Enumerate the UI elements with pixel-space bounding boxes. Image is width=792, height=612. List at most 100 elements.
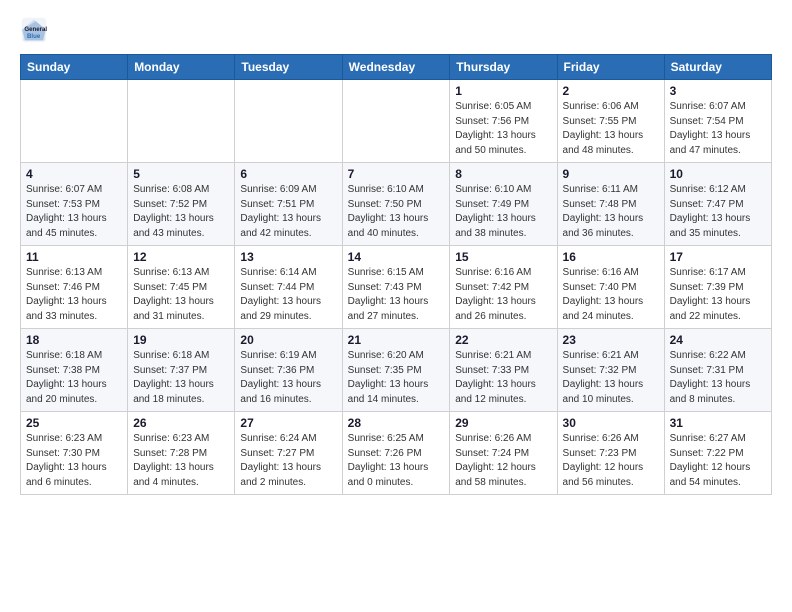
calendar-cell: 20 Sunrise: 6:19 AMSunset: 7:36 PMDayligh… [235,329,342,412]
day-info: Sunrise: 6:18 AMSunset: 7:37 PMDaylight:… [133,349,229,407]
day-info: Sunrise: 6:14 AMSunset: 7:44 PMDaylight:… [240,266,336,324]
calendar-cell [128,80,235,163]
calendar-cell: 4 Sunrise: 6:07 AMSunset: 7:53 PMDaylight… [21,163,128,246]
day-number: 3 [670,84,766,98]
calendar-cell: 17 Sunrise: 6:17 AMSunset: 7:39 PMDayligh… [664,246,771,329]
weekday-header-saturday: Saturday [664,55,771,80]
calendar-cell: 23 Sunrise: 6:21 AMSunset: 7:32 PMDayligh… [557,329,664,412]
day-info: Sunrise: 6:16 AMSunset: 7:42 PMDaylight:… [455,266,551,324]
calendar-table: SundayMondayTuesdayWednesdayThursdayFrid… [20,54,772,495]
day-info: Sunrise: 6:05 AMSunset: 7:56 PMDaylight:… [455,100,551,158]
weekday-header-tuesday: Tuesday [235,55,342,80]
day-info: Sunrise: 6:24 AMSunset: 7:27 PMDaylight:… [240,432,336,490]
day-number: 21 [348,333,445,347]
day-info: Sunrise: 6:09 AMSunset: 7:51 PMDaylight:… [240,183,336,241]
calendar-cell: 15 Sunrise: 6:16 AMSunset: 7:42 PMDayligh… [450,246,557,329]
calendar-cell: 18Sunrise: 6:18 AMSunset: 7:38 PMDayligh… [21,329,128,412]
weekday-header-thursday: Thursday [450,55,557,80]
day-number: 20 [240,333,336,347]
day-number: 5 [133,167,229,181]
calendar-cell: 9Sunrise: 6:11 AMSunset: 7:48 PMDaylight… [557,163,664,246]
svg-text:Blue: Blue [27,33,41,40]
day-number: 12 [133,250,229,264]
calendar-cell: 25 Sunrise: 6:23 AMSunset: 7:30 PMDayligh… [21,412,128,495]
day-number: 19 [133,333,229,347]
day-number: 28 [348,416,445,430]
day-number: 16 [563,250,659,264]
calendar-header: SundayMondayTuesdayWednesdayThursdayFrid… [21,55,772,80]
day-info: Sunrise: 6:23 AMSunset: 7:30 PMDaylight:… [26,432,122,490]
day-number: 24 [670,333,766,347]
calendar-cell: 31Sunrise: 6:27 AMSunset: 7:22 PMDayligh… [664,412,771,495]
day-info: Sunrise: 6:19 AMSunset: 7:36 PMDaylight:… [240,349,336,407]
day-number: 10 [670,167,766,181]
calendar-cell: 2Sunrise: 6:06 AMSunset: 7:55 PMDaylight… [557,80,664,163]
day-info: Sunrise: 6:07 AMSunset: 7:54 PMDaylight:… [670,100,766,158]
calendar-cell: 27 Sunrise: 6:24 AMSunset: 7:27 PMDayligh… [235,412,342,495]
day-info: Sunrise: 6:23 AMSunset: 7:28 PMDaylight:… [133,432,229,490]
weekday-header-wednesday: Wednesday [342,55,450,80]
day-number: 23 [563,333,659,347]
calendar-cell: 6 Sunrise: 6:09 AMSunset: 7:51 PMDaylight… [235,163,342,246]
logo: General Blue [20,16,52,44]
day-number: 30 [563,416,659,430]
day-info: Sunrise: 6:11 AMSunset: 7:48 PMDaylight:… [563,183,659,241]
calendar-cell: 1Sunrise: 6:05 AMSunset: 7:56 PMDaylight… [450,80,557,163]
day-number: 8 [455,167,551,181]
day-info: Sunrise: 6:15 AMSunset: 7:43 PMDaylight:… [348,266,445,324]
day-number: 18 [26,333,122,347]
weekday-header-sunday: Sunday [21,55,128,80]
calendar-cell: 5 Sunrise: 6:08 AMSunset: 7:52 PMDaylight… [128,163,235,246]
calendar-cell: 22Sunrise: 6:21 AMSunset: 7:33 PMDayligh… [450,329,557,412]
day-info: Sunrise: 6:10 AMSunset: 7:49 PMDaylight:… [455,183,551,241]
weekday-header-monday: Monday [128,55,235,80]
day-info: Sunrise: 6:26 AMSunset: 7:24 PMDaylight:… [455,432,551,490]
day-number: 26 [133,416,229,430]
day-info: Sunrise: 6:10 AMSunset: 7:50 PMDaylight:… [348,183,445,241]
day-info: Sunrise: 6:17 AMSunset: 7:39 PMDaylight:… [670,266,766,324]
day-number: 14 [348,250,445,264]
day-number: 7 [348,167,445,181]
calendar-cell: 12 Sunrise: 6:13 AMSunset: 7:45 PMDayligh… [128,246,235,329]
day-info: Sunrise: 6:20 AMSunset: 7:35 PMDaylight:… [348,349,445,407]
calendar-cell [21,80,128,163]
calendar-cell: 30Sunrise: 6:26 AMSunset: 7:23 PMDayligh… [557,412,664,495]
calendar-cell: 24Sunrise: 6:22 AMSunset: 7:31 PMDayligh… [664,329,771,412]
calendar-week-3: 11 Sunrise: 6:13 AMSunset: 7:46 PMDayligh… [21,246,772,329]
calendar-cell: 8 Sunrise: 6:10 AMSunset: 7:49 PMDaylight… [450,163,557,246]
weekday-header-friday: Friday [557,55,664,80]
calendar-cell: 29 Sunrise: 6:26 AMSunset: 7:24 PMDayligh… [450,412,557,495]
day-number: 4 [26,167,122,181]
day-number: 27 [240,416,336,430]
day-number: 17 [670,250,766,264]
day-info: Sunrise: 6:13 AMSunset: 7:45 PMDaylight:… [133,266,229,324]
day-info: Sunrise: 6:07 AMSunset: 7:53 PMDaylight:… [26,183,122,241]
day-number: 31 [670,416,766,430]
weekday-header-row: SundayMondayTuesdayWednesdayThursdayFrid… [21,55,772,80]
day-number: 25 [26,416,122,430]
day-info: Sunrise: 6:25 AMSunset: 7:26 PMDaylight:… [348,432,445,490]
calendar-week-4: 18Sunrise: 6:18 AMSunset: 7:38 PMDayligh… [21,329,772,412]
day-info: Sunrise: 6:13 AMSunset: 7:46 PMDaylight:… [26,266,122,324]
day-info: Sunrise: 6:08 AMSunset: 7:52 PMDaylight:… [133,183,229,241]
day-number: 29 [455,416,551,430]
calendar-cell: 26 Sunrise: 6:23 AMSunset: 7:28 PMDayligh… [128,412,235,495]
day-number: 11 [26,250,122,264]
day-info: Sunrise: 6:06 AMSunset: 7:55 PMDaylight:… [563,100,659,158]
logo-icon: General Blue [20,16,48,44]
day-number: 15 [455,250,551,264]
calendar-cell: 16Sunrise: 6:16 AMSunset: 7:40 PMDayligh… [557,246,664,329]
svg-text:General: General [24,26,47,33]
day-info: Sunrise: 6:21 AMSunset: 7:32 PMDaylight:… [563,349,659,407]
calendar-week-5: 25 Sunrise: 6:23 AMSunset: 7:30 PMDayligh… [21,412,772,495]
calendar-cell: 21 Sunrise: 6:20 AMSunset: 7:35 PMDayligh… [342,329,450,412]
calendar-cell: 19 Sunrise: 6:18 AMSunset: 7:37 PMDayligh… [128,329,235,412]
day-number: 6 [240,167,336,181]
calendar-cell: 11 Sunrise: 6:13 AMSunset: 7:46 PMDayligh… [21,246,128,329]
day-info: Sunrise: 6:21 AMSunset: 7:33 PMDaylight:… [455,349,551,407]
page-header: General Blue [20,16,772,44]
day-number: 13 [240,250,336,264]
calendar-cell: 3 Sunrise: 6:07 AMSunset: 7:54 PMDaylight… [664,80,771,163]
calendar-cell: 14 Sunrise: 6:15 AMSunset: 7:43 PMDayligh… [342,246,450,329]
day-info: Sunrise: 6:12 AMSunset: 7:47 PMDaylight:… [670,183,766,241]
